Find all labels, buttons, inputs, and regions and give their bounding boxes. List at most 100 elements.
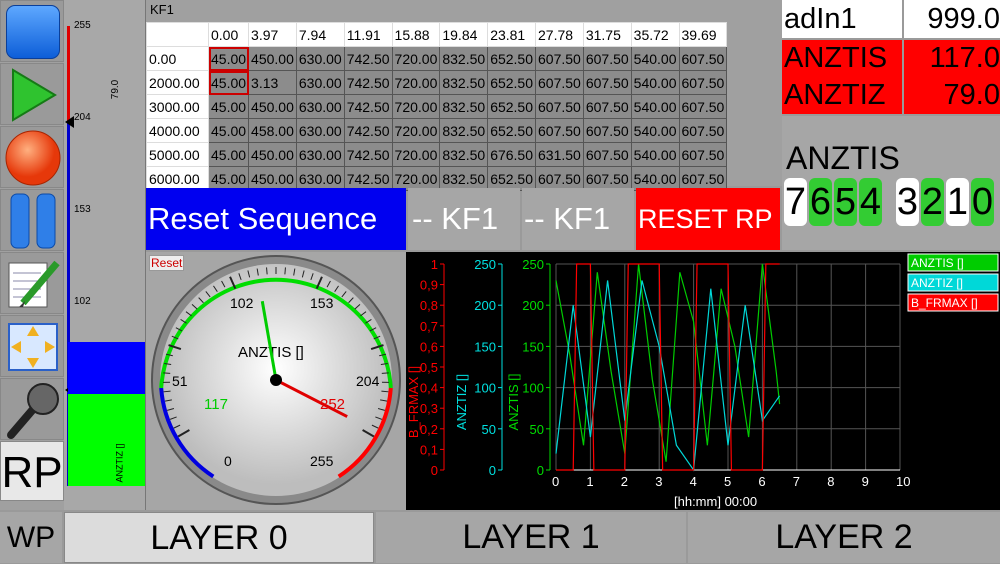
table-cell[interactable]: 45.00 (209, 71, 249, 95)
table-cell[interactable]: 676.50 (488, 143, 536, 167)
table-cell[interactable]: 540.00 (631, 95, 679, 119)
table-cell[interactable]: 630.00 (296, 119, 344, 143)
table-cell[interactable]: 607.50 (583, 47, 631, 71)
table-cell[interactable]: 607.50 (679, 167, 727, 191)
y-tick-label: 0 (431, 463, 438, 478)
table-cell[interactable]: 742.50 (344, 71, 392, 95)
table-cell[interactable]: 450.00 (249, 47, 297, 71)
table-cell[interactable]: 540.00 (631, 119, 679, 143)
gauge-tick-label: 51 (172, 373, 188, 389)
table-cell[interactable]: 607.50 (583, 95, 631, 119)
rp-button[interactable]: RP (0, 441, 64, 501)
stop-button[interactable] (0, 0, 64, 62)
table-cell[interactable]: 742.50 (344, 119, 392, 143)
table-cell[interactable]: 832.50 (440, 167, 488, 191)
row-key: 4000.00 (147, 119, 209, 143)
table-cell[interactable]: 540.00 (631, 71, 679, 95)
kf1-button-a[interactable]: -- KF1 (408, 188, 520, 250)
table-cell[interactable]: 540.00 (631, 47, 679, 71)
resize-button[interactable] (0, 315, 64, 377)
row-key: 0.00 (147, 47, 209, 71)
kf1-button-b[interactable]: -- KF1 (522, 188, 634, 250)
table-cell[interactable]: 720.00 (392, 143, 440, 167)
table-cell[interactable]: 720.00 (392, 95, 440, 119)
table-cell[interactable]: 652.50 (488, 47, 536, 71)
table-cell[interactable]: 540.00 (631, 143, 679, 167)
table-cell[interactable]: 832.50 (440, 143, 488, 167)
table-cell[interactable]: 607.50 (583, 143, 631, 167)
table-cell[interactable]: 832.50 (440, 95, 488, 119)
value-name-adin1: adIn1 (782, 0, 902, 38)
table-cell[interactable]: 720.00 (392, 47, 440, 71)
table-cell[interactable]: 630.00 (296, 71, 344, 95)
reset-sequence-button[interactable]: Reset Sequence (146, 188, 406, 250)
gauge-tick (285, 267, 286, 274)
pause-button[interactable] (0, 189, 64, 251)
table-cell[interactable]: 607.50 (679, 95, 727, 119)
table-cell[interactable]: 720.00 (392, 119, 440, 143)
table-cell[interactable]: 450.00 (249, 143, 297, 167)
table-cell[interactable]: 458.00 (249, 119, 297, 143)
table-cell[interactable]: 607.50 (679, 47, 727, 71)
table-cell[interactable]: 742.50 (344, 143, 392, 167)
table-cell[interactable]: 631.50 (536, 143, 584, 167)
wp-button[interactable]: WP (0, 512, 62, 563)
table-cell[interactable]: 607.50 (536, 167, 584, 191)
table-cell[interactable]: 45.00 (209, 47, 249, 71)
table-cell[interactable]: 450.00 (249, 95, 297, 119)
table-cell[interactable]: 607.50 (679, 119, 727, 143)
table-cell[interactable]: 720.00 (392, 167, 440, 191)
play-button[interactable] (0, 63, 64, 125)
table-cell[interactable]: 832.50 (440, 47, 488, 71)
table-cell[interactable]: 3.13 (249, 71, 297, 95)
table-cell[interactable]: 607.50 (583, 167, 631, 191)
table-cell[interactable]: 630.00 (296, 143, 344, 167)
table-cell[interactable]: 45.00 (209, 167, 249, 191)
table-cell[interactable]: 607.50 (536, 119, 584, 143)
y-tick-label: 50 (530, 422, 544, 437)
table-cell[interactable]: 652.50 (488, 95, 536, 119)
tab-layer-0[interactable]: LAYER 0 (64, 512, 374, 563)
table-cell[interactable]: 607.50 (583, 71, 631, 95)
resize-move-icon (1, 316, 65, 378)
table-cell[interactable]: 652.50 (488, 119, 536, 143)
y-tick-label: 0,7 (420, 319, 438, 334)
gauge: 102 153 51 204 0 255 ANZTIS [] 117 252 (146, 252, 406, 510)
table-cell[interactable]: 45.00 (209, 143, 249, 167)
y-tick-label: 100 (474, 381, 496, 396)
table-cell[interactable]: 607.50 (536, 47, 584, 71)
table-cell[interactable]: 652.50 (488, 71, 536, 95)
y-tick-label: 0,5 (420, 360, 438, 375)
microphone-button[interactable] (0, 378, 64, 440)
bar-fill-green (68, 394, 145, 486)
y-tick-label: 0,6 (420, 339, 438, 354)
record-button[interactable] (0, 126, 64, 188)
table-cell[interactable]: 630.00 (296, 95, 344, 119)
tab-layer-1[interactable]: LAYER 1 (376, 512, 686, 563)
table-cell[interactable]: 450.00 (249, 167, 297, 191)
table-row: 6000.0045.00450.00630.00742.50720.00832.… (147, 167, 727, 191)
table-cell[interactable]: 630.00 (296, 167, 344, 191)
table-cell[interactable]: 832.50 (440, 71, 488, 95)
table-cell[interactable]: 630.00 (296, 47, 344, 71)
table-cell[interactable]: 742.50 (344, 47, 392, 71)
table-cell[interactable]: 720.00 (392, 71, 440, 95)
table-cell[interactable]: 607.50 (679, 71, 727, 95)
table-cell[interactable]: 607.50 (583, 119, 631, 143)
table-cell[interactable]: 540.00 (631, 167, 679, 191)
table-row: 5000.0045.00450.00630.00742.50720.00832.… (147, 143, 727, 167)
reset-rp-button[interactable]: RESET RP (636, 188, 780, 250)
table-cell[interactable]: 607.50 (536, 71, 584, 95)
table-cell[interactable]: 742.50 (344, 95, 392, 119)
table-cell[interactable]: 832.50 (440, 119, 488, 143)
tab-layer-2[interactable]: LAYER 2 (688, 512, 1000, 563)
value-anztiz: 79.0 (904, 77, 1000, 114)
table-cell[interactable]: 45.00 (209, 95, 249, 119)
edit-button[interactable] (0, 252, 64, 314)
table-cell[interactable]: 45.00 (209, 119, 249, 143)
table-cell[interactable]: 652.50 (488, 167, 536, 191)
y-axis-label: B_FRMAX [] (406, 366, 421, 438)
table-cell[interactable]: 742.50 (344, 167, 392, 191)
table-cell[interactable]: 607.50 (679, 143, 727, 167)
table-cell[interactable]: 607.50 (536, 95, 584, 119)
